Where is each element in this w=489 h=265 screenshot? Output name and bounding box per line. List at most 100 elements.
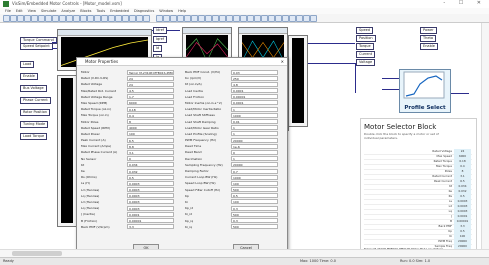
toolbar-button[interactable]: [184, 15, 191, 22]
toolbar-button[interactable]: [219, 15, 226, 22]
toolbar-button[interactable]: [38, 15, 45, 22]
property-value-field[interactable]: 0.18: [127, 106, 174, 112]
property-value-field[interactable]: 3.3: [127, 224, 174, 230]
property-value-field[interactable]: 0.0003: [127, 193, 174, 199]
property-value-field[interactable]: 0.5: [127, 174, 174, 180]
close-icon[interactable]: ✕: [281, 58, 284, 65]
toolbar-button[interactable]: [261, 15, 268, 22]
property-value-field[interactable]: 1.7: [127, 94, 174, 100]
toolbar-button[interactable]: [108, 15, 115, 22]
toolbar-button[interactable]: [240, 15, 247, 22]
signal-block[interactable]: Id: [153, 45, 163, 52]
property-value-field[interactable]: 20000: [231, 162, 278, 168]
output-block[interactable]: Speed: [356, 27, 373, 34]
property-value-field[interactable]: 4.8: [231, 81, 278, 87]
output-block[interactable]: Power: [420, 27, 437, 34]
property-value-field[interactable]: 0.01: [231, 119, 278, 124]
toolbar-button[interactable]: [156, 15, 163, 22]
toolbar-button[interactable]: [52, 15, 59, 22]
property-value-field[interactable]: 0.0003: [127, 187, 174, 193]
property-value-field[interactable]: 500: [231, 187, 278, 193]
motor-properties-dialog[interactable]: Motor Properties ✕ Motor Teknic M-2310P-M…: [76, 57, 288, 255]
property-value-field[interactable]: 500: [231, 224, 278, 230]
toolbar-button[interactable]: [94, 15, 101, 22]
toolbar-button[interactable]: [66, 15, 73, 22]
input-block[interactable]: Bus Voltage: [20, 85, 47, 92]
property-value-field[interactable]: 100: [127, 131, 174, 137]
output-block[interactable]: Enable: [420, 43, 438, 50]
toolbar-button[interactable]: [45, 15, 52, 22]
property-value-field[interactable]: 500: [231, 211, 278, 217]
signal-block[interactable]: Idref: [153, 27, 168, 34]
toolbar-button[interactable]: [129, 15, 136, 22]
property-value-field[interactable]: 0: [127, 156, 174, 162]
toolbar-button[interactable]: [163, 15, 170, 22]
toolbar-button[interactable]: [289, 15, 296, 22]
output-block[interactable]: Torque: [356, 43, 374, 50]
toolbar-button[interactable]: [198, 15, 205, 22]
toolbar-button[interactable]: [24, 15, 31, 22]
property-value-field[interactable]: 1: [231, 131, 278, 137]
output-block[interactable]: Theta: [420, 35, 437, 42]
property-value-field[interactable]: 4.5: [127, 88, 174, 94]
property-value-field[interactable]: 0.00001: [231, 94, 278, 100]
property-value-field[interactable]: 1e-6: [231, 143, 278, 149]
input-block[interactable]: Load: [20, 61, 35, 68]
toolbar-button[interactable]: [191, 15, 198, 22]
toolbar-button[interactable]: [73, 15, 80, 22]
property-value-field[interactable]: 250: [231, 75, 278, 81]
property-value-field[interactable]: 0.00001: [127, 218, 174, 223]
property-value-field[interactable]: 0.0001: [231, 100, 278, 106]
property-value-field[interactable]: 0.7: [231, 168, 278, 174]
input-block[interactable]: Rotor Position: [20, 109, 51, 116]
property-value-field[interactable]: 0.03: [231, 69, 278, 75]
output-block[interactable]: Position: [356, 35, 376, 42]
property-value-field[interactable]: 0.034: [127, 162, 174, 168]
property-value-field[interactable]: 0.0001: [231, 88, 278, 94]
scope-plot[interactable]: [57, 75, 77, 227]
input-block[interactable]: Load Torque: [20, 133, 48, 140]
toolbar-button[interactable]: [87, 15, 94, 22]
property-value-field[interactable]: 3.1: [127, 149, 174, 155]
toolbar-button[interactable]: [177, 15, 184, 22]
toolbar-button[interactable]: [10, 15, 17, 22]
property-value-field[interactable]: 0.0003: [127, 205, 174, 211]
property-value-field[interactable]: 100: [231, 199, 278, 205]
window-controls[interactable]: - ☐ ✕: [443, 0, 487, 6]
property-value-field[interactable]: 4000: [127, 125, 174, 131]
vertical-scrollbar[interactable]: [481, 23, 489, 249]
toolbar-button[interactable]: [80, 15, 87, 22]
property-value-field[interactable]: 0.0003: [127, 180, 174, 186]
property-value-field[interactable]: 8.8: [127, 143, 174, 149]
toolbar-button[interactable]: [115, 15, 122, 22]
property-value-field[interactable]: 24: [127, 81, 174, 87]
toolbar-button[interactable]: [282, 15, 289, 22]
property-value-field[interactable]: 1000: [231, 112, 278, 118]
input-block[interactable]: Enable: [20, 73, 38, 80]
motor-selector-panel[interactable]: Motor Selector Block Double click the bl…: [360, 118, 477, 256]
property-value-field[interactable]: 1: [231, 156, 278, 162]
property-value-field[interactable]: 8: [127, 119, 174, 124]
profile-select-block[interactable]: Profile Select: [399, 69, 451, 113]
property-value-field[interactable]: 1000: [231, 174, 278, 180]
property-value-field[interactable]: 20000: [231, 137, 278, 143]
input-block[interactable]: Speed Setpoint: [20, 43, 53, 50]
toolbar-button[interactable]: [247, 15, 254, 22]
property-value-field[interactable]: 0.0001: [127, 211, 174, 217]
toolbar-button[interactable]: [17, 15, 24, 22]
toolbar-button[interactable]: [296, 15, 303, 22]
property-value-field[interactable]: 0.032: [127, 168, 174, 174]
property-value-field[interactable]: 0.3: [231, 218, 278, 223]
property-value-field[interactable]: 1: [231, 125, 278, 131]
output-block[interactable]: Current: [356, 51, 376, 58]
property-value-field[interactable]: 6000: [127, 100, 174, 106]
scope-plot[interactable]: [288, 35, 308, 127]
input-block[interactable]: Tuning Mode: [20, 121, 49, 128]
toolbar-button[interactable]: [3, 15, 10, 22]
toolbar-button[interactable]: [122, 15, 129, 22]
property-value-field[interactable]: 24: [127, 75, 174, 81]
toolbar-button[interactable]: [226, 15, 233, 22]
signal-block[interactable]: Iqref: [153, 36, 168, 43]
toolbar-button[interactable]: [212, 15, 219, 22]
property-value-field[interactable]: 0.4: [127, 112, 174, 118]
